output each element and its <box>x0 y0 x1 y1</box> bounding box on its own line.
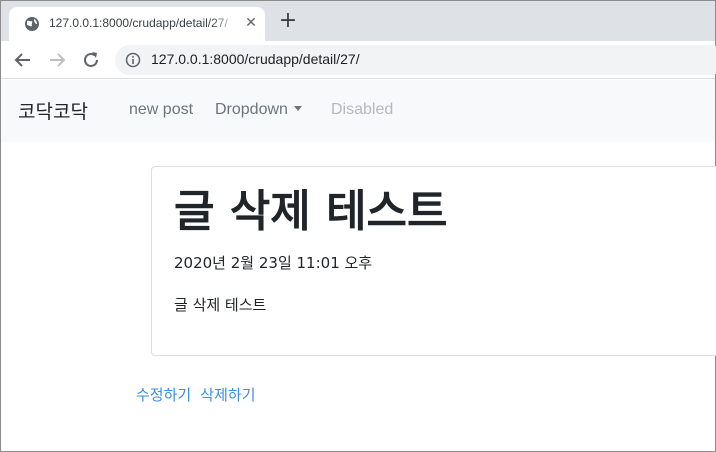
url-text: 127.0.0.1:8000/crudapp/detail/27/ <box>151 51 360 67</box>
info-icon[interactable] <box>125 52 141 68</box>
post-date: 2020년 2월 23일 11:01 오후 <box>174 254 373 272</box>
post-title: 글 삭제 테스트 <box>174 186 448 237</box>
close-icon[interactable]: ✕ <box>243 15 259 31</box>
navbar-brand[interactable]: 코닥코닥 <box>18 97 88 124</box>
arrow-left-icon[interactable] <box>13 50 33 70</box>
edit-link[interactable]: 수정하기 <box>136 386 191 404</box>
nav-link-new-post[interactable]: new post <box>129 101 193 119</box>
nav-dropdown-label: Dropdown <box>215 101 288 118</box>
browser-tab-strip: 127.0.0.1:8000/crudapp/detail/27/ ✕ + <box>1 1 715 41</box>
tab-title: 127.0.0.1:8000/crudapp/detail/27/ <box>49 16 228 30</box>
new-tab-button[interactable]: + <box>277 10 299 32</box>
delete-link[interactable]: 삭제하기 <box>200 386 255 404</box>
browser-tab[interactable]: 127.0.0.1:8000/crudapp/detail/27/ ✕ <box>9 7 265 41</box>
browser-toolbar: 127.0.0.1:8000/crudapp/detail/27/ <box>1 41 716 79</box>
reload-icon[interactable] <box>81 50 101 70</box>
arrow-right-icon[interactable] <box>47 50 67 70</box>
site-navbar: 코닥코닥 new post Dropdown Disabled <box>1 80 715 142</box>
post-actions: 수정하기 삭제하기 <box>136 384 260 405</box>
nav-link-disabled: Disabled <box>331 101 394 118</box>
post-card: 글 삭제 테스트 2020년 2월 23일 11:01 오후 글 삭제 테스트 <box>151 166 716 356</box>
address-bar[interactable]: 127.0.0.1:8000/crudapp/detail/27/ <box>115 45 716 75</box>
caret-down-icon <box>293 106 302 111</box>
nav-dropdown-toggle[interactable]: Dropdown <box>215 101 302 119</box>
post-body: 글 삭제 테스트 <box>174 296 267 314</box>
globe-icon <box>24 16 40 32</box>
